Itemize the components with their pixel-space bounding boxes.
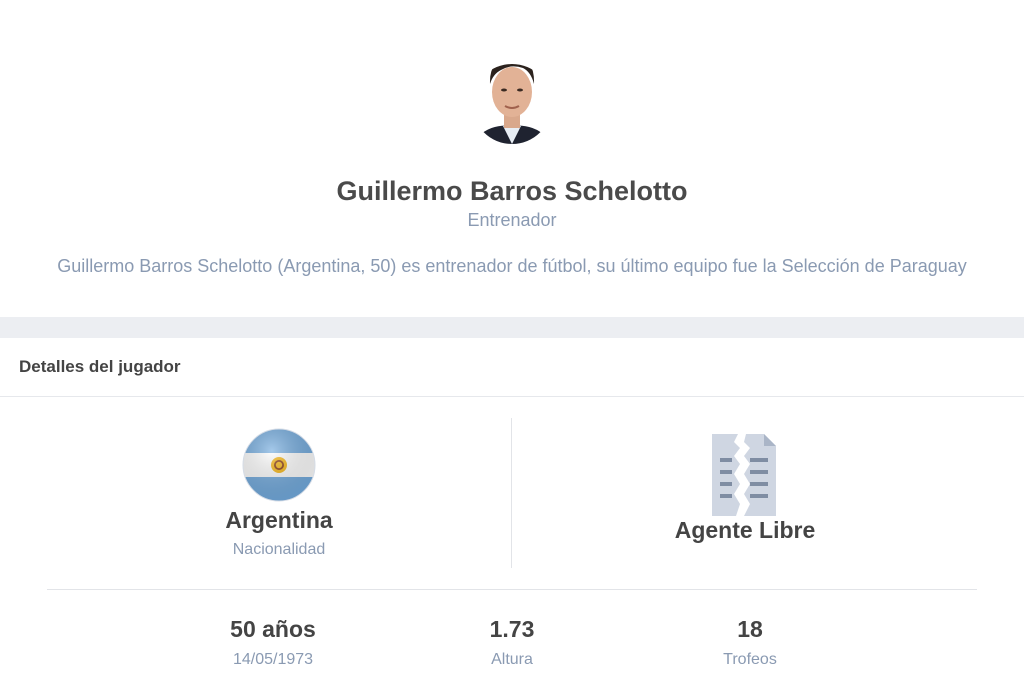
stat-value: 18 (737, 616, 763, 642)
details-section-title: Detalles del jugador (19, 357, 181, 376)
stat-age: 50 años 14/05/1973 (173, 615, 373, 669)
stat-label: 14/05/1973 (232, 651, 314, 668)
contract-status-value: Agente Libre (674, 517, 816, 543)
stat-label: Trofeos (723, 651, 777, 668)
section-divider (0, 317, 1024, 338)
divider (47, 589, 977, 590)
contract-document-icon (712, 434, 776, 516)
nationality-label: Nacionalidad (232, 541, 326, 558)
divider (0, 396, 1024, 397)
stat-label: Altura (491, 651, 533, 668)
stat-height: 1.73 Altura (412, 615, 612, 669)
stat-trophies: 18 Trofeos (650, 615, 850, 669)
stat-value: 1.73 (489, 616, 535, 642)
vertical-divider (511, 418, 512, 568)
avatar (473, 64, 551, 144)
player-bio: Guillermo Barros Schelotto (Argentina, 5… (57, 256, 967, 276)
argentina-flag-icon (242, 428, 316, 502)
player-role: Entrenador (467, 210, 557, 230)
player-name: Guillermo Barros Schelotto (336, 176, 688, 206)
stat-value: 50 años (230, 616, 316, 642)
nationality-value: Argentina (225, 507, 333, 533)
profile-header: Guillermo Barros Schelotto Entrenador Gu… (0, 0, 1024, 317)
